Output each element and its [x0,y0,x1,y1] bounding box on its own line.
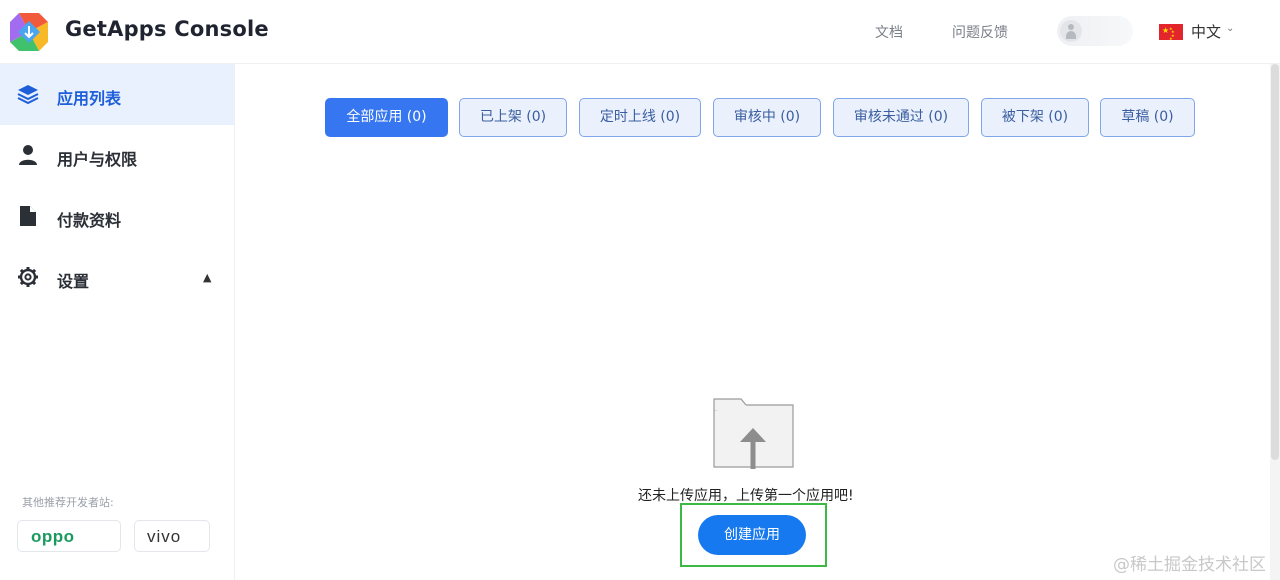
gear-icon [18,267,38,287]
china-flag-icon: ★ ★ ★ ★ ★ [1159,24,1183,41]
vivo-logo: vivo [147,527,182,546]
recommend-label: 其他推荐开发者站: [22,496,114,509]
oppo-partner-link[interactable]: oppo [17,520,121,552]
tab-rejected[interactable]: 审核未通过 (0) [833,98,969,137]
sidebar-item-users[interactable]: 用户与权限 [0,125,234,186]
vivo-partner-link[interactable]: vivo [134,520,210,552]
top-header: GetApps Console 文档 问题反馈 ★ ★ ★ ★ ★ 中文 ⌄ [0,0,1280,64]
app-title: GetApps Console [65,17,269,41]
tab-in-review[interactable]: 审核中 (0) [713,98,821,137]
tab-drafts[interactable]: 草稿 (0) [1100,98,1195,137]
caret-up-icon[interactable]: ▲ [203,271,211,284]
avatar[interactable] [1060,20,1082,42]
tab-removed[interactable]: 被下架 (0) [981,98,1089,137]
layers-icon [17,85,39,105]
docs-link[interactable]: 文档 [875,22,903,42]
folder-upload-icon [713,398,794,469]
tab-published[interactable]: 已上架 (0) [459,98,567,137]
sidebar-item-app-list[interactable]: 应用列表 [0,64,234,125]
sidebar: 应用列表 用户与权限 付款资料 设置 ▲ 其他推荐开发者站: oppo vivo [0,64,235,580]
sidebar-item-label: 付款资料 [57,211,122,230]
create-app-button[interactable]: 创建应用 [698,515,806,555]
user-icon [19,145,37,165]
sidebar-item-label: 设置 [57,272,90,291]
getapps-logo[interactable] [10,13,48,51]
language-selector[interactable]: 中文 [1191,21,1221,42]
tab-scheduled[interactable]: 定时上线 (0) [579,98,701,137]
feedback-link[interactable]: 问题反馈 [952,22,1008,42]
tab-all-apps[interactable]: 全部应用 (0) [325,98,448,137]
empty-state-message: 还未上传应用，上传第一个应用吧! [638,488,854,504]
oppo-logo: oppo [31,527,75,546]
sidebar-item-settings[interactable]: 设置 ▲ [0,247,234,308]
sidebar-item-label: 应用列表 [57,89,122,108]
sidebar-item-label: 用户与权限 [57,150,138,169]
watermark: @稀土掘金技术社区 [1113,555,1266,575]
sidebar-item-payment[interactable]: 付款资料 [0,186,234,247]
scrollbar-thumb[interactable] [1271,64,1279,460]
chevron-down-icon[interactable]: ⌄ [1226,23,1234,34]
document-icon [20,206,36,226]
